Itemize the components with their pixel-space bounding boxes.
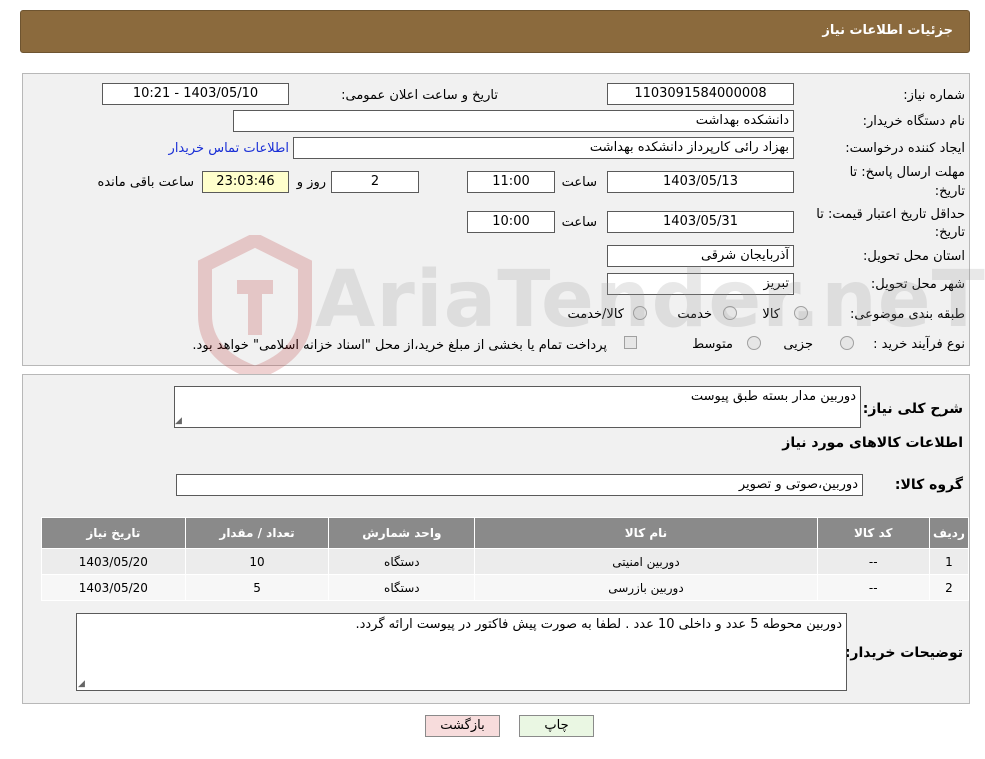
col-header-row: ردیف — [928, 517, 970, 549]
cell-row: 1 — [928, 548, 970, 575]
page-header: جزئیات اطلاعات نیاز — [20, 10, 970, 53]
treasury-payment-checkbox[interactable] — [624, 336, 637, 349]
category-radio-goods[interactable] — [794, 306, 808, 320]
buyer-notes-label: توضیحات خریدار: — [844, 645, 963, 661]
announce-datetime-field: 1403/05/10 - 10:21 — [102, 83, 289, 105]
goods-group-label: گروه کالا: — [894, 477, 963, 493]
deadline-time-field: 11:00 — [467, 171, 555, 193]
buyer-org-label: نام دستگاه خریدار: — [862, 114, 965, 129]
remaining-time-field: 23:03:46 — [202, 171, 289, 193]
notes-resize-grip-icon[interactable]: ◢ — [78, 680, 87, 689]
cell-code: -- — [816, 548, 930, 575]
page-title: جزئیات اطلاعات نیاز — [822, 23, 953, 38]
category-radio-goods-service[interactable] — [633, 306, 647, 320]
cell-row: 2 — [928, 574, 970, 601]
process-radio-medium[interactable] — [747, 336, 761, 350]
table-row: 1 -- دوربین امنیتی دستگاه 10 1403/05/20 — [41, 548, 970, 575]
cell-need-date: 1403/05/20 — [41, 548, 186, 575]
summary-textarea[interactable]: دوربین مدار بسته طبق پیوست — [174, 386, 861, 428]
cell-code: -- — [816, 574, 930, 601]
process-option-minor: جزیی — [783, 337, 813, 352]
validity-label-2: تاریخ: — [934, 225, 965, 240]
deadline-label: مهلت ارسال پاسخ: تا — [849, 165, 965, 180]
city-label: شهر محل تحویل: — [870, 277, 965, 292]
announce-label: تاریخ و ساعت اعلان عمومی: — [341, 88, 498, 103]
cell-unit: دستگاه — [328, 574, 476, 601]
col-header-name: نام کالا — [474, 517, 818, 549]
cell-quantity: 10 — [184, 548, 330, 575]
cell-need-date: 1403/05/20 — [41, 574, 186, 601]
days-label: روز و — [296, 175, 326, 190]
deadline-label-2: تاریخ: — [934, 184, 965, 199]
validity-label: حداقل تاریخ اعتبار قیمت: تا — [816, 207, 965, 222]
category-option-goods-service: کالا/خدمت — [567, 307, 624, 322]
buyer-notes-textarea[interactable]: دوربین محوطه 5 عدد و داخلی 10 عدد . لطفا… — [76, 613, 847, 691]
category-label: طبقه بندی موضوعی: — [849, 307, 965, 322]
buyer-contact-link[interactable]: اطلاعات تماس خریدار — [169, 141, 289, 156]
cell-quantity: 5 — [184, 574, 330, 601]
summary-label: شرح کلی نیاز: — [862, 401, 963, 417]
goods-group-field: دوربین،صوتی و تصویر — [176, 474, 863, 496]
need-number-label: شماره نیاز: — [903, 88, 965, 103]
back-button[interactable]: بازگشت — [425, 715, 500, 737]
remaining-label: ساعت باقی مانده — [97, 175, 194, 190]
col-header-unit: واحد شمارش — [328, 517, 476, 549]
city-field: تبریز — [607, 273, 794, 295]
goods-table: ردیف کد کالا نام کالا واحد شمارش تعداد /… — [41, 517, 970, 601]
goods-section-title: اطلاعات کالاهای مورد نیاز — [782, 435, 963, 451]
validity-hour-label: ساعت — [561, 215, 597, 230]
payment-note: پرداخت تمام یا بخشی از مبلغ خرید،از محل … — [192, 338, 607, 353]
creator-field: بهزاد رائی کارپرداز دانشکده بهداشت — [293, 137, 794, 159]
need-number-field: 1103091584000008 — [607, 83, 794, 105]
process-radio-minor[interactable] — [840, 336, 854, 350]
table-row: 2 -- دوربین بازرسی دستگاه 5 1403/05/20 — [41, 574, 970, 601]
deadline-date-field: 1403/05/13 — [607, 171, 794, 193]
buyer-org-field: دانشکده بهداشت — [233, 110, 794, 132]
col-header-code: کد کالا — [816, 517, 930, 549]
validity-date-field: 1403/05/31 — [607, 211, 794, 233]
province-field: آذربایجان شرقی — [607, 245, 794, 267]
print-button[interactable]: چاپ — [519, 715, 594, 737]
need-info-panel: شماره نیاز: 1103091584000008 تاریخ و ساع… — [22, 73, 970, 366]
days-field: 2 — [331, 171, 419, 193]
province-label: استان محل تحویل: — [863, 249, 965, 264]
validity-time-field: 10:00 — [467, 211, 555, 233]
category-option-service: خدمت — [677, 307, 712, 322]
goods-table-header: ردیف کد کالا نام کالا واحد شمارش تعداد /… — [41, 517, 970, 549]
process-label: نوع فرآیند خرید : — [873, 337, 965, 352]
cell-name: دوربین امنیتی — [474, 548, 818, 575]
details-panel: شرح کلی نیاز: دوربین مدار بسته طبق پیوست… — [22, 374, 970, 704]
deadline-hour-label: ساعت — [561, 175, 597, 190]
cell-unit: دستگاه — [328, 548, 476, 575]
col-header-quantity: تعداد / مقدار — [184, 517, 330, 549]
category-radio-service[interactable] — [723, 306, 737, 320]
creator-label: ایجاد کننده درخواست: — [845, 141, 965, 156]
category-option-goods: کالا — [762, 307, 780, 322]
process-option-medium: متوسط — [692, 337, 733, 352]
summary-resize-grip-icon[interactable]: ◢ — [175, 417, 184, 426]
col-header-need-date: تاریخ نیاز — [41, 517, 186, 549]
cell-name: دوربین بازرسی — [474, 574, 818, 601]
